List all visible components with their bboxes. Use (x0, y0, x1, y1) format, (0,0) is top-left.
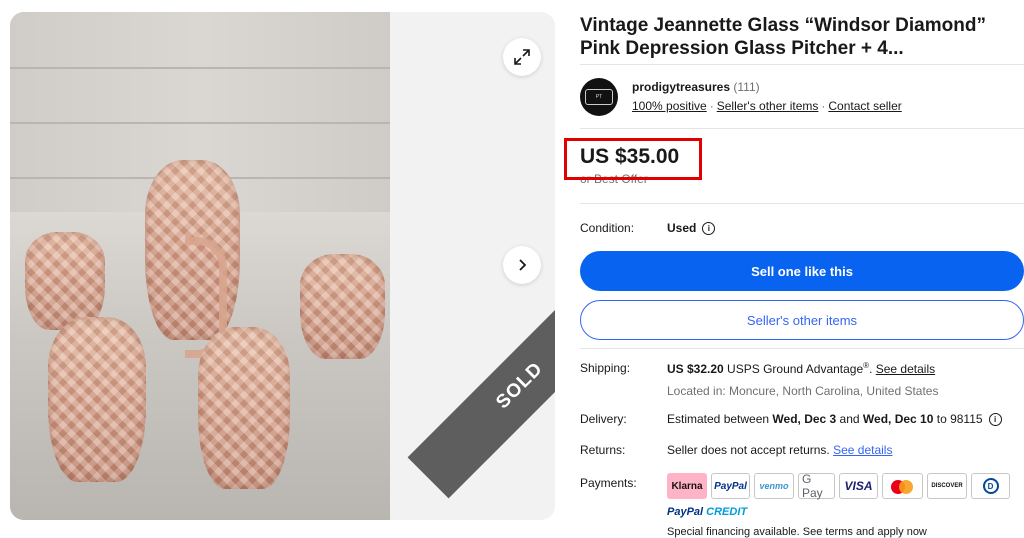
sellers-other-items-button[interactable]: Seller's other items (580, 300, 1024, 340)
klarna-icon: Klarna (667, 473, 707, 499)
image-gallery[interactable]: SOLD (10, 12, 555, 520)
shipping-details-link[interactable]: See details (876, 362, 935, 376)
expand-icon (514, 49, 530, 65)
chevron-right-icon (519, 259, 527, 271)
tumbler-1 (25, 232, 105, 330)
diners-club-icon: D (971, 473, 1010, 499)
item-location: Located in: Moncure, North Carolina, Uni… (667, 384, 939, 398)
sold-banner: SOLD (407, 273, 555, 499)
listing-title: Vintage Jeannette Glass “Windsor Diamond… (580, 15, 986, 59)
seller-card: PT prodigytreasures (111) 100% positive ·… (580, 76, 1024, 118)
seller-other-items-link[interactable]: Seller's other items (717, 99, 819, 113)
condition-value: Used i (667, 221, 716, 236)
sell-one-like-this-button[interactable]: Sell one like this (580, 251, 1024, 291)
divider (580, 128, 1024, 129)
contact-seller-link[interactable]: Contact seller (828, 99, 901, 113)
returns-label: Returns: (580, 443, 626, 457)
shipping-value: US $32.20 USPS Ground Advantage®. See de… (667, 361, 936, 376)
product-photo[interactable] (10, 12, 390, 520)
seller-links: 100% positive · Seller's other items · Conta… (632, 99, 902, 113)
listing-details: Vintage Jeannette Glass “Windsor Diamond… (580, 0, 1024, 538)
info-icon[interactable]: i (702, 222, 716, 236)
mastercard-icon (882, 473, 923, 499)
tumbler-3 (48, 317, 146, 482)
returns-details-link[interactable]: See details (833, 443, 892, 457)
paypal-icon: PayPal (711, 473, 750, 499)
seller-feedback-count: (111) (733, 80, 760, 94)
next-image-button[interactable] (503, 246, 541, 284)
google-pay-icon: G Pay (798, 472, 835, 500)
expand-button[interactable] (503, 38, 541, 76)
tumbler-2 (300, 254, 385, 359)
delivery-value: Estimated between Wed, Dec 3 and Wed, De… (667, 412, 1002, 427)
tumbler-4 (198, 327, 290, 489)
divider (580, 64, 1024, 65)
payments-label: Payments: (580, 476, 637, 490)
info-icon[interactable]: i (988, 413, 1002, 427)
visa-icon: VISA (839, 473, 878, 499)
payment-methods: Klarna PayPal venmo G Pay VISA DISCOVER … (667, 472, 1010, 500)
returns-value: Seller does not accept returns. See deta… (667, 443, 893, 457)
shipping-label: Shipping: (580, 361, 631, 375)
feedback-link[interactable]: 100% positive (632, 99, 707, 113)
divider (580, 348, 1024, 349)
condition-label: Condition: (580, 221, 635, 235)
price-highlight-box (564, 138, 702, 180)
seller-logo: PT (585, 89, 613, 105)
financing-text[interactable]: Special financing available. See terms a… (667, 526, 927, 538)
seller-name[interactable]: prodigytreasures (111) (632, 80, 760, 94)
sold-label: SOLD (492, 358, 548, 414)
paypal-credit-logo: PayPal CREDIT (667, 506, 748, 518)
delivery-label: Delivery: (580, 412, 627, 426)
venmo-icon: venmo (754, 473, 794, 499)
seller-avatar[interactable]: PT (580, 78, 618, 116)
discover-icon: DISCOVER (927, 473, 967, 499)
divider (580, 203, 1024, 204)
